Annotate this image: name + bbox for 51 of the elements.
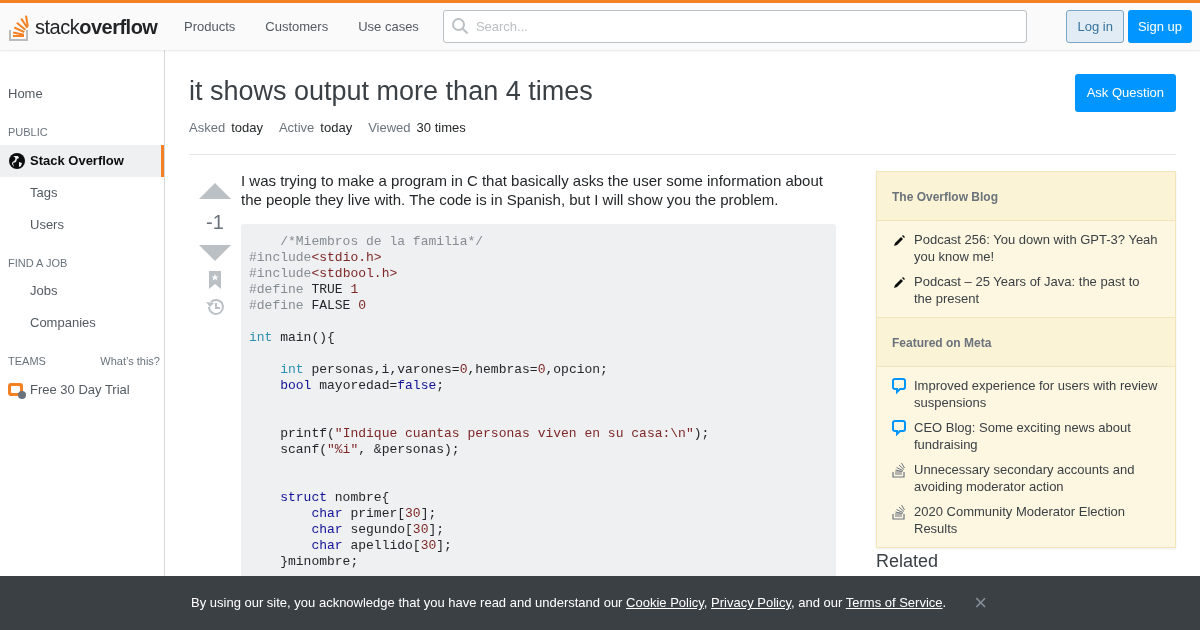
sidebar-item[interactable]: Users <box>0 208 164 241</box>
widget-link[interactable]: Podcast – 25 Years of Java: the past to the present <box>914 272 1160 307</box>
widget-heading: Featured on Meta <box>892 335 992 350</box>
sidebar-item[interactable]: Free 30 Day Trial <box>0 373 164 406</box>
vote-count: -1 <box>206 209 224 235</box>
meta-value: 30 times <box>416 119 466 137</box>
nav-link[interactable]: Use cases <box>346 10 431 43</box>
policy-link[interactable]: Terms of Service <box>845 595 943 611</box>
pencil-icon <box>892 233 906 248</box>
nav-link[interactable]: Products <box>172 10 248 43</box>
bookmark-icon[interactable] <box>209 270 221 289</box>
cookie-notice: By using our site, you acknowledge that you have read and understand our Cookie Policy, Privacy Policy, and our Terms of Service. <box>191 594 947 613</box>
widget-heading: The Overflow Blog <box>892 189 998 204</box>
search-field[interactable]: Search... <box>442 10 1027 43</box>
chat-icon <box>892 377 906 394</box>
meta-value: today <box>320 119 353 137</box>
sidebar-item[interactable]: Stack Overflow <box>0 144 164 177</box>
widget-link[interactable]: Improved experience for users with review suspensions <box>914 376 1160 411</box>
section-heading: PUBLIC <box>8 125 48 140</box>
question-body: I was trying to make a program in C that basically asks the user some information about the people they live with. The code is in Spanish, but I will show you the problem. <box>241 170 824 210</box>
sidebar-item[interactable]: Home <box>0 78 164 110</box>
widget-link[interactable]: CEO Blog: Some exciting news about fundraising <box>914 418 1160 453</box>
pencil-icon <box>892 275 906 290</box>
downvote-arrow-icon[interactable] <box>197 244 233 263</box>
sidebar-item[interactable]: Tags <box>0 176 164 209</box>
logo-wordmark[interactable]: stackoverflow <box>35 11 158 42</box>
meta-value: today <box>231 119 263 137</box>
globe-icon <box>8 151 26 170</box>
sidebar-item[interactable]: Jobs <box>0 275 164 307</box>
meta-label: Asked <box>189 119 226 137</box>
widget-link[interactable]: 2020 Community Moderator Election Results <box>914 502 1160 537</box>
briefcase-icon <box>8 380 26 399</box>
history-icon[interactable] <box>205 296 225 317</box>
related-heading: Related <box>876 551 940 570</box>
whats-this-link[interactable]: What’s this? <box>100 353 160 370</box>
widget-link[interactable]: Podcast 256: You down with GPT-3? Yeah you know me! <box>914 230 1160 265</box>
login-button[interactable]: Log in <box>1066 10 1124 43</box>
nav-link[interactable]: Customers <box>253 10 341 43</box>
meta-label: Viewed <box>368 119 411 137</box>
sidebar-item[interactable]: Companies <box>0 307 164 339</box>
stack-icon <box>892 461 906 478</box>
stack-icon <box>892 503 906 520</box>
search-icon <box>450 17 469 35</box>
chat-icon <box>892 419 906 436</box>
section-heading: TEAMS <box>8 354 46 369</box>
meta-label: Active <box>278 119 315 137</box>
upvote-arrow-icon[interactable] <box>197 180 233 199</box>
widget-link[interactable]: Unnecessary secondary accounts and avoiding moderator action <box>914 460 1160 495</box>
question-title: it shows output more than 4 times <box>189 75 593 108</box>
section-heading: FIND A JOB <box>8 255 68 271</box>
policy-link[interactable]: Cookie Policy <box>626 595 704 611</box>
